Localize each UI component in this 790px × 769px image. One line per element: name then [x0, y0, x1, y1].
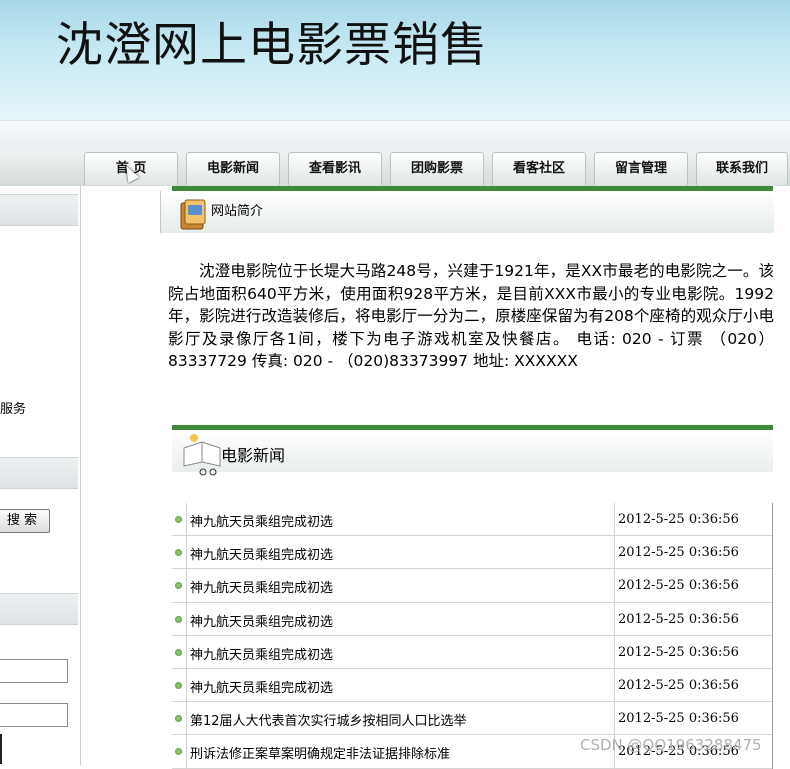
sidebar-service-text: 服务: [0, 402, 27, 417]
intro-text: 沈澄电影院位于长堤大马路248号，兴建于1921年，是XX市最老的电影院之一。该…: [168, 260, 774, 373]
news-row[interactable]: 神九航天员乘组完成初选 2012-5-25 0:36:56: [172, 602, 772, 636]
nav-tab-community[interactable]: 看客社区: [492, 152, 586, 185]
news-item-title[interactable]: 神九航天员乘组完成初选: [190, 611, 333, 630]
news-item-date: 2012-5-25 0:36:56: [618, 545, 739, 561]
news-title: 电影新闻: [221, 446, 286, 465]
bullet-icon: [175, 615, 182, 623]
search-button[interactable]: 搜 索: [0, 509, 50, 533]
news-row[interactable]: 神九航天员乘组完成初选 2012-5-25 0:36:56: [172, 569, 772, 603]
site-banner: 沈澄网上电影票销售: [0, 0, 790, 120]
nav-tab-contact[interactable]: 联系我们: [696, 152, 788, 185]
news-row[interactable]: 神九航天员乘组完成初选 2012-5-25 0:36:56: [172, 635, 772, 669]
news-item-title[interactable]: 第12届人大代表首次实行城乡按相同人口比选举: [190, 710, 467, 729]
news-item-date: 2012-5-25 0:36:56: [618, 578, 739, 594]
news-item-title[interactable]: 神九航天员乘组完成初选: [190, 511, 333, 530]
news-row[interactable]: 神九航天员乘组完成初选 2012-5-25 0:36:56: [172, 536, 772, 570]
news-item-date: 2012-5-25 0:36:56: [618, 711, 739, 727]
intro-paragraph: 沈澄电影院位于长堤大马路248号，兴建于1921年，是XX市最老的电影院之一。该…: [168, 262, 774, 370]
username-field[interactable]: [0, 659, 68, 683]
bullet-icon: [175, 582, 182, 590]
site-title: 沈澄网上电影票销售: [56, 18, 488, 73]
bullet-icon: [175, 549, 182, 557]
header-sub-band: [0, 120, 790, 151]
notebook-icon: [183, 434, 221, 476]
text-caret: [0, 734, 2, 764]
left-sidebar: 服务 搜 索: [0, 186, 81, 765]
news-item-title[interactable]: 神九航天员乘组完成初选: [190, 644, 333, 663]
news-item-date: 2012-5-25 0:36:56: [618, 611, 739, 627]
bullet-icon: [175, 748, 182, 756]
sidebar-login-header: [0, 593, 78, 625]
news-item-title[interactable]: 神九航天员乘组完成初选: [190, 544, 333, 563]
news-item-date: 2012-5-25 0:36:56: [618, 512, 739, 527]
news-item-title[interactable]: 刑诉法修正案草案明确规定非法证据排除标准: [190, 743, 450, 762]
news-item-title[interactable]: 神九航天员乘组完成初选: [190, 577, 333, 596]
news-item-title[interactable]: 神九航天员乘组完成初选: [190, 677, 333, 696]
sidebar-section-header: [0, 194, 78, 226]
bullet-icon: [175, 715, 182, 723]
news-item-date: 2012-5-25 0:36:56: [618, 644, 739, 660]
news-row[interactable]: 神九航天员乘组完成初选 2012-5-25 0:36:56: [172, 503, 772, 537]
bullet-icon: [175, 516, 182, 523]
news-item-date: 2012-5-25 0:36:56: [618, 677, 739, 693]
nav-tab-group-tickets[interactable]: 团购影票: [390, 152, 484, 185]
news-row[interactable]: 神九航天员乘组完成初选 2012-5-25 0:36:56: [172, 668, 772, 703]
news-list: 神九航天员乘组完成初选 2012-5-25 0:36:56 神九航天员乘组完成初…: [172, 503, 773, 769]
nav-tab-showtimes[interactable]: 查看影讯: [288, 152, 382, 185]
bullet-icon: [175, 681, 182, 689]
sidebar-search-header: [0, 457, 78, 489]
book-icon: [180, 199, 206, 230]
news-row[interactable]: 第12届人大代表首次实行城乡按相同人口比选举 2012-5-25 0:36:56: [172, 702, 772, 736]
main-nav: 首 页 电影新闻 查看影讯 团购影票 看客社区 留言管理 联系我们: [0, 150, 790, 186]
bullet-icon: [175, 648, 182, 656]
nav-tab-movie-news[interactable]: 电影新闻: [186, 152, 280, 185]
intro-title: 网站简介: [211, 204, 264, 219]
nav-tab-guestbook[interactable]: 留言管理: [594, 152, 688, 185]
watermark: CSDN @QQ1963288475: [580, 736, 762, 754]
password-field[interactable]: [0, 703, 68, 727]
